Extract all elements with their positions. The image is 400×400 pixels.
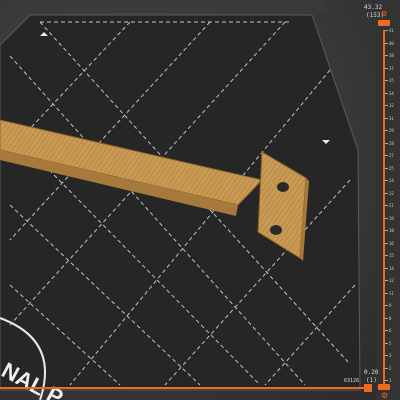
layer-tick	[385, 142, 388, 144]
layer-tick	[385, 242, 388, 244]
layer-tick	[385, 155, 388, 156]
layer-slider-bottom-thumb[interactable]	[378, 384, 390, 390]
model-hole	[277, 182, 289, 192]
horizontal-slider-value: 63126	[344, 378, 360, 384]
layer-tick	[385, 205, 388, 206]
layer-tick	[385, 317, 388, 319]
layer-tick	[385, 355, 388, 356]
layer-tick-label: 31	[389, 115, 394, 121]
layer-tick-label: 29	[389, 128, 394, 133]
layer-slider-bottom-layer: (1)	[366, 377, 377, 384]
layer-tick	[385, 367, 388, 369]
model-hole	[270, 225, 282, 235]
layer-tick	[385, 342, 388, 344]
layer-tick-label: 2	[389, 365, 392, 371]
gear-icon[interactable]: ⚙	[381, 11, 387, 18]
layer-tick-label: 16	[389, 240, 394, 246]
layer-tick	[385, 30, 388, 31]
cog-icon[interactable]: ⚙	[381, 392, 388, 400]
layer-tick-label: 32	[389, 103, 394, 108]
layer-tick	[385, 92, 388, 94]
layer-tick-label: 8	[389, 315, 392, 321]
layer-tick-label: 37	[389, 65, 394, 71]
layer-tick	[385, 292, 388, 294]
layer-tick-label: 12	[389, 278, 394, 283]
layer-tick	[385, 42, 388, 44]
layer-tick-label: 24	[389, 178, 394, 183]
layer-tick	[385, 217, 388, 219]
layer-tick	[385, 267, 388, 269]
layer-tick	[385, 130, 388, 131]
layer-tick	[385, 305, 388, 306]
layer-tick-label: 38	[389, 53, 394, 58]
layer-slider-track[interactable]	[383, 30, 385, 390]
layer-tick-label: 5	[389, 340, 392, 346]
layer-slider-top-thumb[interactable]	[378, 20, 390, 26]
layer-tick	[385, 280, 388, 281]
layer-tick	[385, 117, 388, 119]
layer-tick	[385, 67, 388, 69]
layer-tick	[385, 167, 388, 169]
layer-slider-bottom-value: 0.20	[364, 369, 379, 376]
layer-slider-top-value: 43.32	[364, 4, 383, 11]
layer-tick	[385, 192, 388, 194]
layer-tick	[385, 105, 388, 106]
layer-tick-label: 21	[389, 203, 394, 208]
print-bed-top-edge	[20, 0, 330, 12]
layer-tick	[385, 230, 388, 231]
layer-tick	[385, 180, 388, 181]
layer-tick	[385, 55, 388, 56]
layer-tick-label: 27	[389, 153, 394, 158]
layer-tick	[385, 380, 388, 381]
layer-tick-label: 11	[389, 290, 394, 296]
layer-tick	[385, 330, 388, 331]
layer-tick-label: 15	[389, 253, 394, 258]
layer-tick-label: 28	[389, 140, 394, 146]
layer-tick-label: 14	[389, 265, 394, 271]
layer-tick-label: 35	[389, 78, 394, 83]
layer-tick-label: 25	[389, 165, 394, 171]
layer-tick-label: 40	[389, 40, 394, 46]
3d-viewport[interactable]: NAL P	[0, 0, 400, 400]
horizontal-slider-thumb[interactable]	[364, 384, 372, 392]
layer-tick-label: 6	[389, 328, 392, 333]
layer-tick-label: 41	[389, 28, 394, 33]
layer-tick-label: 3	[389, 353, 392, 358]
layer-tick-label: 9	[389, 303, 392, 308]
layer-tick	[385, 80, 388, 81]
layer-slider[interactable]	[376, 0, 400, 400]
layer-tick-label: 18	[389, 228, 394, 233]
layer-tick-label: 1	[389, 378, 392, 383]
layer-tick-label: 19	[389, 215, 394, 221]
layer-tick-label: 34	[389, 90, 394, 96]
layer-tick-label: 22	[389, 190, 394, 196]
layer-tick	[385, 255, 388, 256]
